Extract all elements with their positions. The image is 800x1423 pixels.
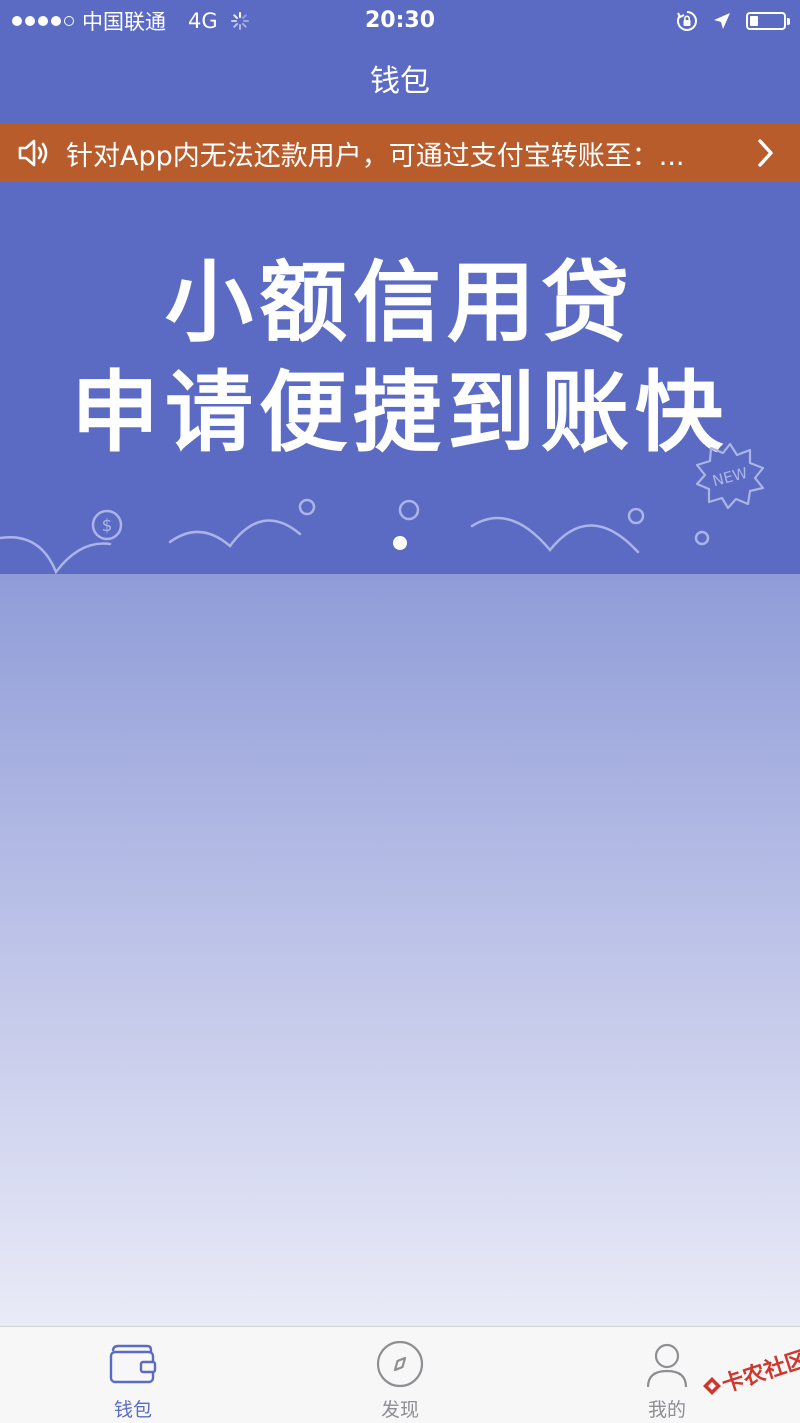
watermark-text: 卡农社区 [719,1346,800,1398]
activity-spinner-icon [230,12,249,30]
signal-dot [25,16,35,26]
promo-banner[interactable]: 小额信用贷 申请便捷到账快 $ NEW [0,182,800,574]
signal-dot [12,16,22,26]
tab-label: 发现 [380,1399,419,1421]
status-left: 中国联通 4G [12,0,250,42]
tab-discover[interactable]: 发现 [300,1327,500,1423]
user-icon [646,1343,688,1388]
compass-icon [376,1341,424,1388]
coin-symbol: $ [102,516,113,536]
notice-bar[interactable]: 针对App内无法还款用户，可通过支付宝转账至：... [0,124,800,182]
speaker-icon [18,139,48,167]
status-bar: 中国联通 4G 20:30 [0,0,800,42]
carrier-name: 中国联通 [82,10,166,34]
main-content [0,574,800,1326]
status-right [676,0,790,42]
location-arrow-icon [714,13,730,29]
carousel-indicator-dot[interactable] [393,536,407,550]
chevron-right-icon [758,139,773,167]
signal-dot [38,16,48,26]
watermark: 卡农社区 [698,1332,800,1412]
tab-bar: 钱包 发现 我的 [0,1326,800,1423]
wallet-icon [109,1344,157,1384]
new-badge-text: NEW [711,464,750,491]
tab-label: 钱包 [113,1399,152,1421]
orientation-lock-icon [677,11,697,31]
nav-bar: 钱包 [0,42,800,124]
signal-dot-empty [64,16,74,26]
network-type: 4G [188,9,218,33]
signal-strength [12,16,74,26]
page-title: 钱包 [370,64,430,99]
notice-text: 针对App内无法还款用户，可通过支付宝转账至：... [66,140,685,172]
tab-wallet[interactable]: 钱包 [33,1327,233,1423]
new-badge-icon: NEW [695,442,765,510]
coin-icon: $ [91,509,123,541]
battery-level [750,16,758,26]
battery-icon [746,12,790,30]
signal-dot [51,16,61,26]
